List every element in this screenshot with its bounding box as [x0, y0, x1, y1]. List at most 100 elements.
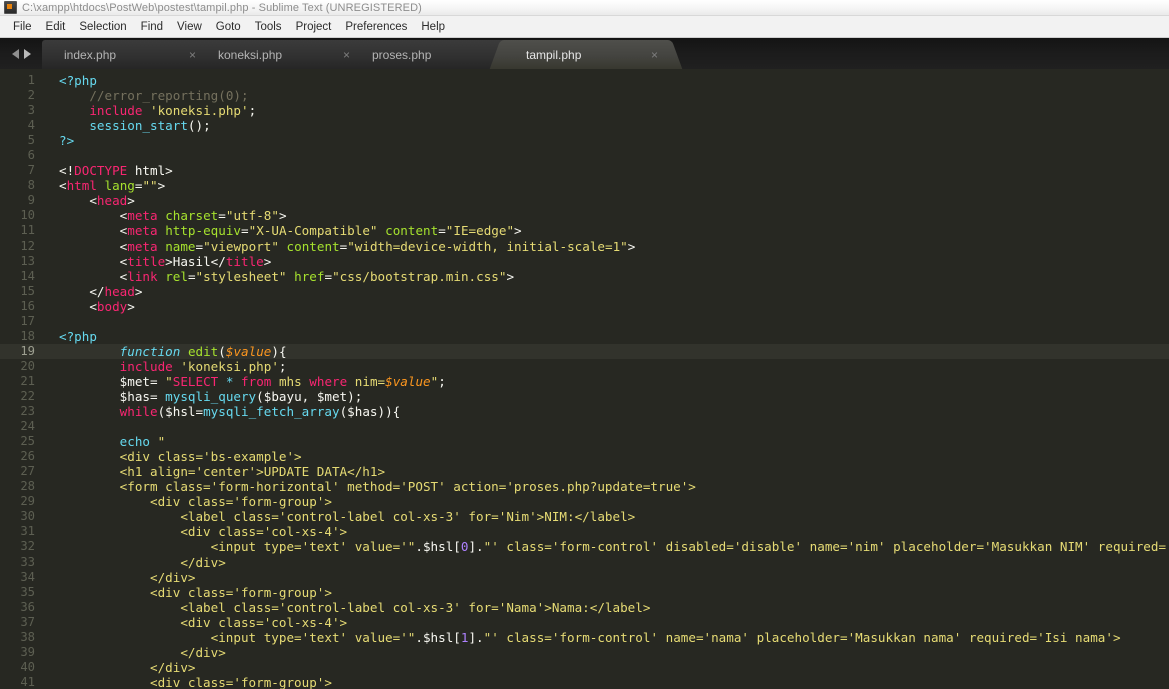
code-text: <meta charset="utf-8">: [59, 208, 287, 224]
code-line[interactable]: 1 <?php: [0, 73, 1169, 88]
menu-item-preferences[interactable]: Preferences: [338, 19, 414, 35]
close-icon[interactable]: ×: [651, 49, 658, 61]
line-number: 27: [20, 464, 35, 479]
menu-item-tools[interactable]: Tools: [248, 19, 289, 35]
tab-koneksi-php[interactable]: koneksi.php ×: [196, 40, 360, 69]
code-line[interactable]: 16 <body>: [0, 299, 1169, 314]
line-number: 4: [27, 118, 35, 133]
code-line[interactable]: 13 <title>Hasil</title>: [0, 254, 1169, 269]
code-text: </head>: [59, 283, 143, 299]
code-line[interactable]: 40 </div>: [0, 660, 1169, 675]
code-text: $has= mysqli_query($bayu, $met);: [59, 388, 363, 404]
code-editor[interactable]: 1 <?php 2 //error_reporting(0); 3 include '…: [0, 69, 1169, 689]
code-line[interactable]: 38 <input type='text' value='".$hsl[1]."…: [0, 630, 1169, 645]
code-line[interactable]: 36 <label class='control-label col-xs-3'…: [0, 600, 1169, 615]
line-number: 39: [20, 644, 35, 659]
line-number: 38: [20, 629, 35, 644]
line-number: 13: [20, 253, 35, 268]
tab-label: koneksi.php: [218, 47, 283, 62]
line-number: 20: [20, 358, 35, 373]
code-text: <label class='control-label col-xs-3' fo…: [59, 509, 636, 525]
tab-label: index.php: [64, 47, 117, 62]
code-line[interactable]: 23 while($hsl=mysqli_fetch_array($has)){: [0, 404, 1169, 419]
line-number: 36: [20, 599, 35, 614]
code-text: $met= "SELECT * from mhs where nim=$valu…: [59, 373, 446, 389]
tab-tampil-php[interactable]: tampil.php ×: [504, 40, 668, 69]
code-line[interactable]: 2 //error_reporting(0);: [0, 88, 1169, 103]
line-number: 7: [27, 163, 35, 178]
code-line[interactable]: 41 <div class='form-group'>: [0, 675, 1169, 689]
code-line[interactable]: 30 <label class='control-label col-xs-3'…: [0, 509, 1169, 524]
menu-item-help[interactable]: Help: [414, 19, 452, 35]
close-icon[interactable]: ×: [189, 49, 196, 61]
code-line[interactable]: 33 </div>: [0, 555, 1169, 570]
menu-item-find[interactable]: Find: [134, 19, 170, 35]
code-text: <title>Hasil</title>: [59, 253, 272, 269]
code-text: echo ": [119, 434, 166, 450]
code-line[interactable]: 26 <div class='bs-example'>: [0, 449, 1169, 464]
menu-bar: File Edit Selection Find View Goto Tools Projec…: [0, 16, 1169, 38]
line-number: 34: [20, 569, 35, 584]
menu-item-goto[interactable]: Goto: [209, 19, 248, 35]
code-line[interactable]: 21 $met= "SELECT * from mhs where nim=$v…: [0, 374, 1169, 389]
menu-item-selection[interactable]: Selection: [72, 19, 133, 35]
sublime-text-icon: [4, 1, 17, 14]
code-line[interactable]: 3 include 'koneksi.php';: [0, 103, 1169, 118]
code-text: <div class='form-group'>: [59, 674, 332, 689]
code-line[interactable]: 4 session_start();: [0, 118, 1169, 133]
code-text: <label class='control-label col-xs-3' fo…: [59, 599, 651, 615]
menu-item-view[interactable]: View: [170, 19, 209, 35]
code-line[interactable]: 11 <meta http-equiv="X-UA-Compatible" co…: [0, 223, 1169, 238]
code-text: <?php: [59, 328, 97, 344]
line-number: 17: [20, 313, 35, 328]
line-number: 24: [20, 419, 35, 434]
tab-proses-php[interactable]: proses.php×: [350, 40, 514, 69]
line-number: 25: [20, 434, 35, 449]
code-line[interactable]: 10 <meta charset="utf-8">: [0, 208, 1169, 223]
code-line[interactable]: 25 echo ": [0, 434, 1169, 449]
line-number: 28: [20, 479, 35, 494]
close-icon[interactable]: ×: [343, 49, 350, 61]
code-line[interactable]: 37 <div class='col-xs-4'>: [0, 615, 1169, 630]
code-text: <input type='text' value='".$hsl[0]."' c…: [59, 539, 1169, 555]
code-line[interactable]: 32 <input type='text' value='".$hsl[0]."…: [0, 539, 1169, 554]
code-line[interactable]: 20 include 'koneksi.php';: [0, 359, 1169, 374]
code-line[interactable]: 22 $has= mysqli_query($bayu, $met);: [0, 389, 1169, 404]
code-line[interactable]: 35 <div class='form-group'>: [0, 585, 1169, 600]
code-line[interactable]: 28 <form class='form-horizontal' method=…: [0, 479, 1169, 494]
code-line[interactable]: 31 <div class='col-xs-4'>: [0, 524, 1169, 539]
code-line[interactable]: 8 <html lang="">: [0, 178, 1169, 193]
code-line[interactable]: 7 <!DOCTYPE html>: [0, 163, 1169, 178]
code-line[interactable]: 34 </div>: [0, 570, 1169, 585]
line-number: 2: [27, 88, 35, 103]
line-number: 29: [20, 494, 35, 509]
code-line[interactable]: 39 </div>: [0, 645, 1169, 660]
chevron-right-icon[interactable]: [23, 48, 31, 59]
menu-item-file[interactable]: File: [6, 19, 39, 35]
line-number: 14: [20, 268, 35, 283]
code-line[interactable]: 6: [0, 148, 1169, 163]
code-line[interactable]: 12 <meta name="viewport" content="width=…: [0, 239, 1169, 254]
code-text: <form class='form-horizontal' method='PO…: [59, 479, 696, 495]
window-title: C:\xampp\htdocs\PostWeb\postest\tampil.p…: [22, 1, 422, 14]
code-line[interactable]: 14 <link rel="stylesheet" href="css/boot…: [0, 269, 1169, 284]
code-line[interactable]: 27 <h1 align='center'>UPDATE DATA</h1>: [0, 464, 1169, 479]
menu-item-edit[interactable]: Edit: [39, 19, 73, 35]
line-number: 33: [20, 554, 35, 569]
code-text: while($hsl=mysqli_fetch_array($has)){: [119, 404, 401, 420]
code-line[interactable]: 24: [0, 419, 1169, 434]
code-line[interactable]: 9 <head>: [0, 193, 1169, 208]
chevron-left-icon[interactable]: [11, 48, 19, 59]
code-text: ?>: [59, 133, 75, 149]
code-line[interactable]: 15 </head>: [0, 284, 1169, 299]
code-text: <div class='col-xs-4'>: [59, 614, 348, 630]
menu-item-project[interactable]: Project: [289, 19, 339, 35]
tab-index-php[interactable]: index.php ×: [42, 40, 206, 69]
code-line[interactable]: 29 <div class='form-group'>: [0, 494, 1169, 509]
code-text: <div class='col-xs-4'>: [59, 524, 348, 540]
code-line[interactable]: 19 function edit($value){: [0, 343, 1169, 359]
code-line[interactable]: 5 ?>: [0, 133, 1169, 148]
code-line[interactable]: 18 <?php: [0, 329, 1169, 344]
code-line[interactable]: 17: [0, 314, 1169, 329]
